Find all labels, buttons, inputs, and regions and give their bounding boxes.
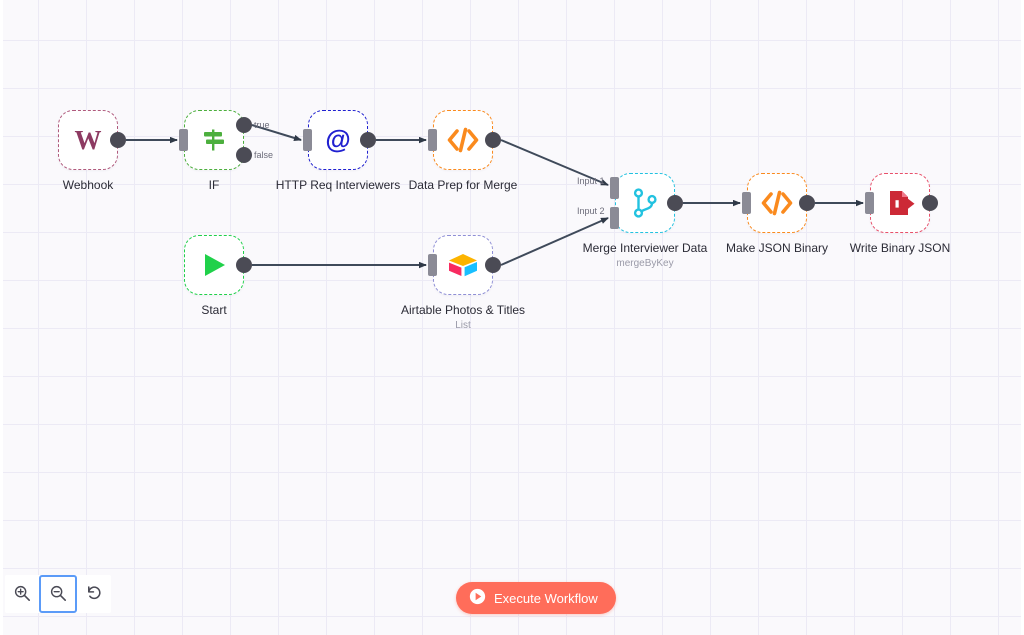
code-brackets-icon [760, 186, 794, 220]
node-webhook[interactable]: W Webhook [58, 110, 126, 192]
zoom-controls [5, 575, 111, 613]
node-http-caption: HTTP Req Interviewers [276, 178, 400, 193]
node-webhook-box[interactable]: W [58, 110, 118, 170]
node-merge-box[interactable] [615, 173, 675, 233]
zoom-out-button[interactable] [39, 575, 77, 613]
node-make-json-binary[interactable]: Make JSON Binary [726, 173, 828, 255]
node-makejson-caption: Make JSON Binary [726, 241, 828, 256]
makejson-input-endpoint[interactable] [742, 192, 751, 214]
node-airtable-box[interactable] [433, 235, 493, 295]
node-airtable-title: Airtable Photos & Titles [400, 303, 526, 317]
node-dataprep-caption: Data Prep for Merge [409, 178, 518, 193]
node-merge-title: Merge Interviewer Data [582, 241, 708, 255]
http-at-icon: @ [321, 123, 355, 157]
node-http-title: HTTP Req Interviewers [275, 178, 401, 192]
node-webhook-caption: Webhook [63, 178, 113, 193]
merge-output-endpoint[interactable] [667, 195, 683, 211]
svg-text:@: @ [325, 125, 350, 154]
node-data-prep-for-merge[interactable]: Data Prep for Merge [409, 110, 517, 192]
node-makejson-title: Make JSON Binary [725, 241, 829, 255]
airtable-input-endpoint[interactable] [428, 254, 437, 276]
merge-input1-label: Input 1 [577, 176, 605, 186]
if-output-false-label: false [254, 150, 274, 160]
webhook-w-icon: W [71, 123, 105, 157]
makejson-output-endpoint[interactable] [799, 195, 815, 211]
node-if-title: IF [208, 178, 220, 192]
if-input-endpoint[interactable] [179, 129, 188, 151]
merge-input1-endpoint[interactable] [610, 177, 619, 199]
code-brackets-icon [446, 123, 480, 157]
http-input-endpoint[interactable] [303, 129, 312, 151]
node-writebinary-title: Write Binary JSON [849, 241, 951, 255]
node-if-caption: IF [209, 178, 220, 193]
airtable-icon [446, 248, 480, 282]
node-merge-subtitle: mergeByKey [616, 258, 674, 269]
write-file-icon [883, 186, 917, 220]
writebinary-input-endpoint[interactable] [865, 192, 874, 214]
node-airtable-subtitle: List [455, 320, 471, 331]
zoom-out-icon [49, 584, 67, 605]
node-makejson-box[interactable] [747, 173, 807, 233]
node-airtable-caption: Airtable Photos & Titles List [401, 303, 525, 332]
merge-branch-icon [628, 186, 662, 220]
undo-reset-icon [85, 584, 103, 605]
zoom-in-icon [13, 584, 31, 605]
node-start-box[interactable] [184, 235, 244, 295]
if-output-true-label: true [254, 120, 270, 130]
merge-input2-endpoint[interactable] [610, 207, 619, 229]
zoom-in-button[interactable] [5, 577, 39, 611]
node-writebinary-caption: Write Binary JSON [850, 241, 950, 256]
node-http-req-interviewers[interactable]: @ HTTP Req Interviewers [276, 110, 400, 192]
node-start[interactable]: Start [184, 235, 252, 317]
writebinary-output-endpoint[interactable] [922, 195, 938, 211]
if-output-false-endpoint[interactable] [236, 147, 252, 163]
start-output-endpoint[interactable] [236, 257, 252, 273]
node-if[interactable]: true false IF [179, 110, 273, 192]
n8n-workflow-editor: W Webhook true false IF @ HTTP Req Inter… [0, 0, 1024, 635]
canvas-left-edge [0, 0, 3, 635]
node-merge-interviewer-data[interactable]: Input 1 Input 2 Merge Interviewer Data m… [577, 173, 707, 269]
play-triangle-icon [197, 248, 231, 282]
reset-zoom-button[interactable] [77, 577, 111, 611]
node-webhook-title: Webhook [62, 178, 114, 192]
if-output-true-endpoint[interactable] [236, 117, 252, 133]
merge-input2-label: Input 2 [577, 206, 605, 216]
if-filter-icon [197, 123, 231, 157]
http-output-endpoint[interactable] [360, 132, 376, 148]
node-writebinary-box[interactable] [870, 173, 930, 233]
node-http-box[interactable]: @ [308, 110, 368, 170]
svg-text:W: W [75, 125, 102, 155]
execute-workflow-label: Execute Workflow [494, 590, 598, 606]
webhook-output-endpoint[interactable] [110, 132, 126, 148]
node-dataprep-title: Data Prep for Merge [408, 178, 518, 192]
node-airtable-photos-titles[interactable]: Airtable Photos & Titles List [401, 235, 525, 331]
play-circle-icon [469, 588, 486, 608]
execute-workflow-button[interactable]: Execute Workflow [456, 582, 616, 614]
node-start-title: Start [201, 303, 227, 317]
node-write-binary-json[interactable]: Write Binary JSON [850, 173, 950, 255]
node-dataprep-box[interactable] [433, 110, 493, 170]
dataprep-output-endpoint[interactable] [485, 132, 501, 148]
node-start-caption: Start [201, 303, 226, 318]
node-merge-caption: Merge Interviewer Data mergeByKey [583, 241, 708, 270]
node-if-box[interactable] [184, 110, 244, 170]
airtable-output-endpoint[interactable] [485, 257, 501, 273]
dataprep-input-endpoint[interactable] [428, 129, 437, 151]
